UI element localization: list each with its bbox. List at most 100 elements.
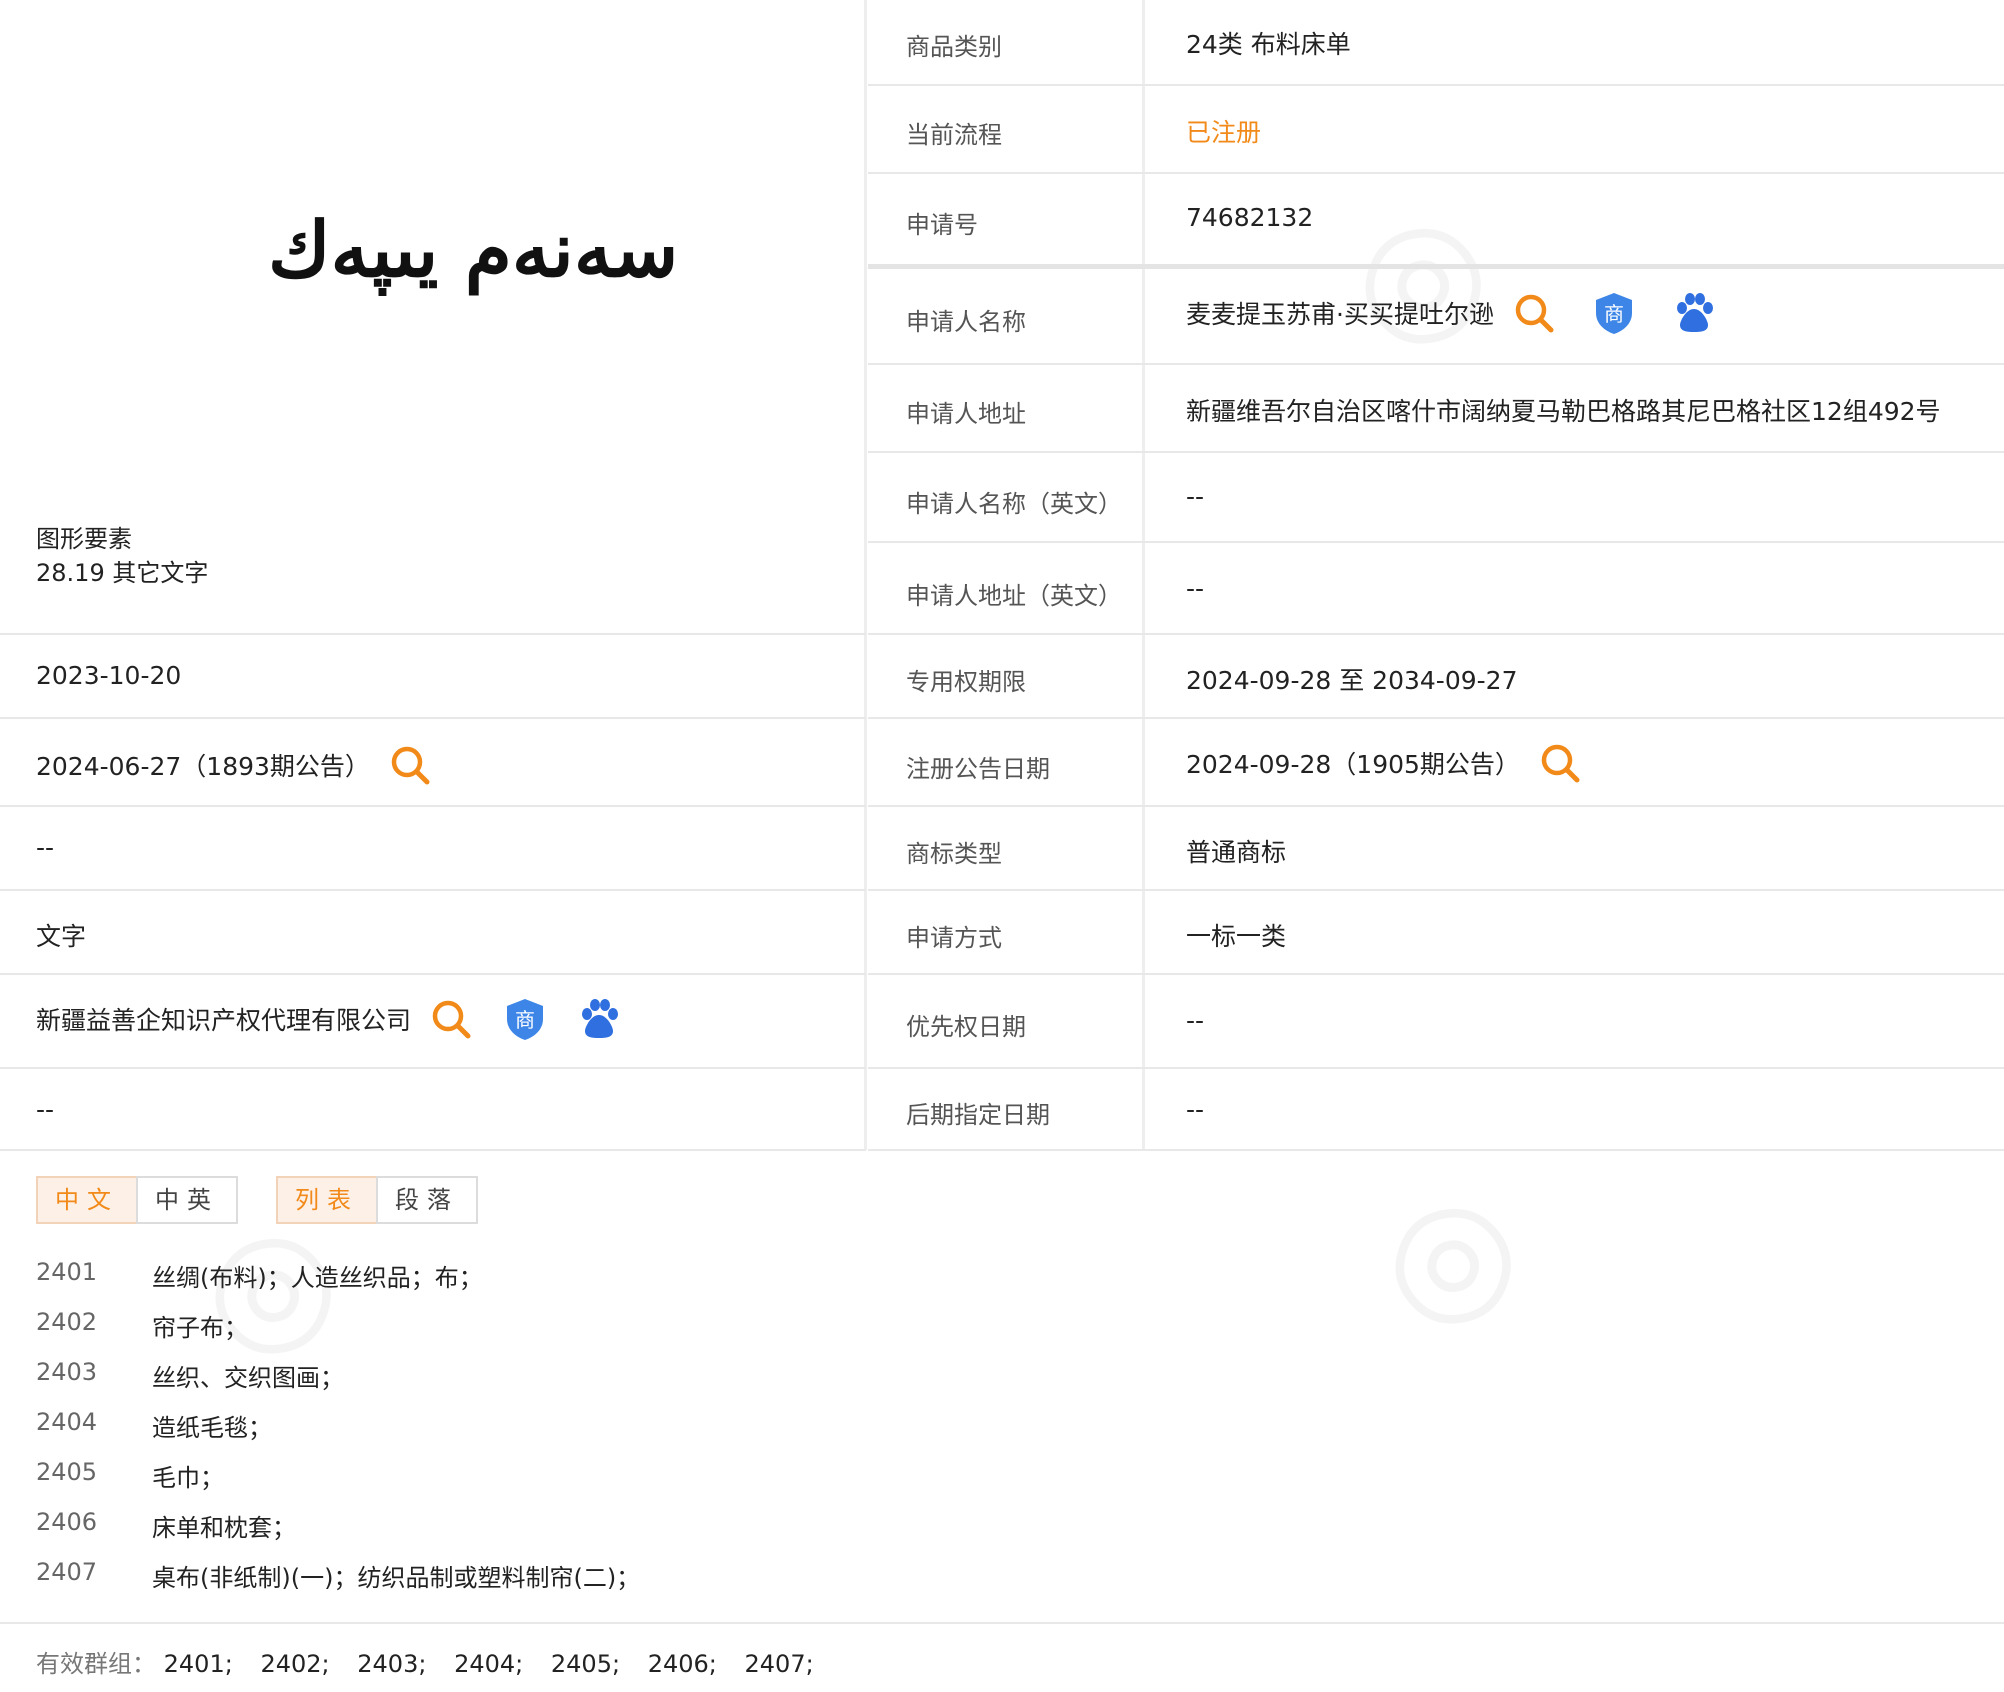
group-code: 2404; [454,1650,524,1678]
goods-code: 2405 [36,1458,98,1486]
baidu-paw-icon[interactable] [1672,291,1716,335]
row-label: 申请人名称（英文） [906,490,1122,518]
group-code: 2403; [357,1650,427,1678]
svg-text:商: 商 [515,1008,535,1032]
left-row-value: 2024-06-27（1893期公告） [36,752,370,781]
valid-groups: 有效群组： 2401; 2402; 2403; 2404; 2405; 2406… [36,1644,834,1679]
row-label: 优先权日期 [906,1013,1026,1041]
goods-code: 2401 [36,1258,98,1286]
language-tabs: 中文 中英 [36,1176,238,1224]
row-value: -- [1186,1006,1205,1035]
row-applicant-name-en: 申请人名称（英文） -- [868,453,2004,543]
valid-groups-label: 有效群组： [36,1650,156,1678]
goods-name: 毛巾； [152,1464,224,1492]
row-label: 申请人名称 [906,308,1026,336]
baidu-paw-icon[interactable] [577,997,621,1041]
view-tabs: 列表 段落 [276,1176,478,1224]
trademark-logo-text: سەنەم يىپەك [268,205,679,294]
goods-code: 2406 [36,1508,98,1536]
goods-name: 丝织、交织图画； [152,1364,344,1392]
row-applicant-name: 申请人名称 麦麦提玉苏甫·买买提吐尔逊 商 [868,269,2004,365]
row-registration-announcement-date: 注册公告日期 2024-09-28（1905期公告） [868,719,2004,807]
status-badge: 已注册 [1186,118,1262,147]
group-code: 2406; [647,1650,717,1678]
applicant-name[interactable]: 麦麦提玉苏甫·买买提吐尔逊 [1186,295,1494,331]
goods-name: 桌布(非纸制)(一)；纺织品制或塑料制帘(二)； [152,1564,641,1592]
goods-list: 2401 丝绸(布料)；人造丝织品；布； 2402 帘子布； 2403 丝织、交… [36,1258,936,1608]
row-value-wrap: 2024-09-28（1905期公告） [1186,741,1582,785]
search-icon[interactable] [1512,291,1556,335]
row-label: 后期指定日期 [906,1101,1050,1129]
row-label: 商品类别 [906,33,1002,61]
watermark: ◎ [1339,1148,1551,1365]
figure-elements-label: 图形要素 [36,525,132,553]
goods-name: 丝绸(布料)；人造丝织品；布； [152,1264,483,1292]
tab-chinese-english[interactable]: 中英 [136,1176,238,1224]
row-label: 申请号 [906,211,978,239]
left-row-value-wrap: 2024-06-27（1893期公告） [36,743,432,787]
row-label: 申请人地址 [906,400,1026,428]
search-icon[interactable] [429,997,473,1041]
divider [0,1622,2004,1624]
goods-code: 2404 [36,1408,98,1436]
row-application-number: 申请号 74682132 [868,174,2004,269]
list-item: 2407 桌布(非纸制)(一)；纺织品制或塑料制帘(二)； [36,1558,936,1608]
left-row-value: -- [36,833,55,862]
group-code: 2402; [260,1650,330,1678]
row-current-status: 当前流程 已注册 [868,86,2004,174]
goods-code: 2402 [36,1308,98,1336]
goods-name: 帘子布； [152,1314,248,1342]
trademark-image-area: سەنەم يىپەك 图形要素 28.19 其它文字 [0,0,866,635]
list-item: 2402 帘子布； [36,1308,936,1358]
row-priority-date: 优先权日期 -- [868,975,2004,1069]
goods-name: 床单和枕套； [152,1514,296,1542]
group-code: 2401; [163,1650,233,1678]
row-value: 74682132 [1186,203,1314,232]
goods-code: 2407 [36,1558,98,1586]
list-item: 2401 丝绸(布料)；人造丝织品；布； [36,1258,936,1308]
row-application-method: 申请方式 一标一类 [868,891,2004,975]
row-trademark-type: 商标类型 普通商标 [868,807,2004,891]
goods-name: 造纸毛毯； [152,1414,272,1442]
search-icon[interactable] [1538,741,1582,785]
left-row-trademark-form: 文字 [0,891,866,975]
trademark-shield-icon[interactable]: 商 [503,997,547,1041]
row-value: 一标一类 [1186,922,1287,951]
trademark-shield-icon[interactable]: 商 [1592,291,1636,335]
row-label: 当前流程 [906,121,1002,149]
tab-chinese[interactable]: 中文 [36,1176,138,1224]
row-value: 普通商标 [1186,838,1287,867]
figure-elements: 图形要素 28.19 其它文字 [36,522,208,590]
list-item: 2405 毛巾； [36,1458,936,1508]
row-value: 2024-09-28 至 2034-09-27 [1186,666,1518,695]
search-icon[interactable] [388,743,432,787]
row-label: 申请方式 [906,924,1002,952]
left-row-empty: -- [0,807,866,891]
row-later-designation-date: 后期指定日期 -- [868,1069,2004,1151]
figure-elements-value: 28.19 其它文字 [36,559,209,587]
left-row-value: -- [36,1095,55,1124]
tab-paragraph[interactable]: 段落 [376,1176,478,1224]
goods-code: 2403 [36,1358,98,1386]
left-row-value: 2023-10-20 [36,661,182,690]
tab-list[interactable]: 列表 [276,1176,378,1224]
trademark-detail-page: ◎ ◎ ◎ سەنەم يىپەك 图形要素 28.19 其它文字 2023-1… [0,0,2004,1692]
left-row-value-wrap: 新疆益善企知识产权代理有限公司 商 [36,997,621,1041]
row-value: 2024-09-28（1905期公告） [1186,750,1520,779]
row-value: -- [1186,482,1205,511]
row-label: 申请人地址（英文） [906,582,1122,610]
row-value: -- [1186,1095,1205,1124]
list-item: 2404 造纸毛毯； [36,1408,936,1458]
row-value-wrap: 麦麦提玉苏甫·买买提吐尔逊 商 [1186,291,1716,335]
row-label: 商标类型 [906,840,1002,868]
agency-name[interactable]: 新疆益善企知识产权代理有限公司 [36,1001,411,1037]
row-value: -- [1186,574,1205,603]
list-item: 2406 床单和枕套； [36,1508,936,1558]
row-applicant-address: 申请人地址 新疆维吾尔自治区喀什市阔纳夏马勒巴格路其尼巴格社区12组492号 [868,365,2004,453]
list-item: 2403 丝织、交织图画； [36,1358,936,1408]
row-applicant-address-en: 申请人地址（英文） -- [868,543,2004,635]
left-row-agency: 新疆益善企知识产权代理有限公司 商 [0,975,866,1069]
left-row-value: 文字 [36,922,87,951]
row-label: 专用权期限 [906,668,1026,696]
row-exclusive-period: 专用权期限 2024-09-28 至 2034-09-27 [868,635,2004,719]
